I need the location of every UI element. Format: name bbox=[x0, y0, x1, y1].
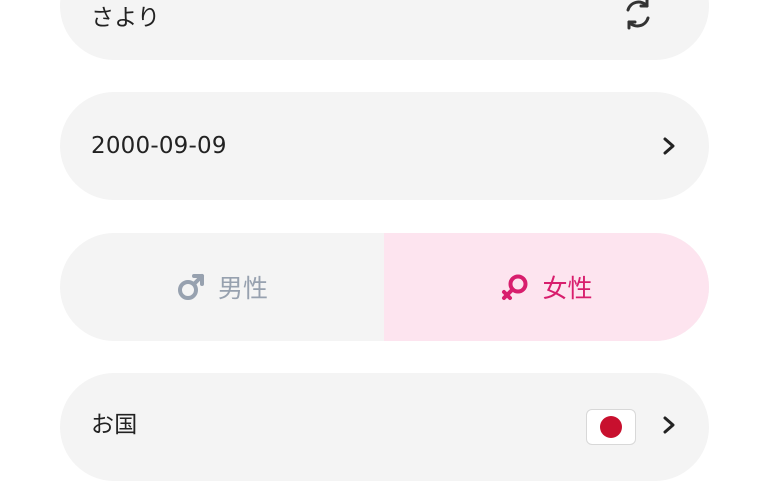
name-value: さより bbox=[91, 5, 161, 31]
female-symbol-icon bbox=[500, 272, 530, 302]
gender-female-label: 女性 bbox=[542, 274, 593, 303]
chevron-right-icon bbox=[659, 136, 679, 156]
birthday-field[interactable]: 2000-09-09 bbox=[60, 92, 709, 200]
refresh-icon[interactable] bbox=[620, 0, 656, 32]
country-field[interactable]: お国 bbox=[60, 373, 709, 481]
male-symbol-icon bbox=[176, 272, 206, 302]
gender-option-male[interactable]: 男性 bbox=[60, 233, 384, 341]
japan-flag-icon bbox=[586, 409, 636, 445]
gender-option-female[interactable]: 女性 bbox=[384, 233, 709, 341]
gender-male-label: 男性 bbox=[217, 274, 268, 303]
chevron-right-icon bbox=[659, 415, 679, 435]
gender-selector: 男性 女性 bbox=[60, 233, 709, 341]
birthday-value: 2000-09-09 bbox=[91, 133, 227, 159]
flag-red-circle bbox=[600, 416, 622, 438]
name-field[interactable]: さより bbox=[60, 0, 709, 60]
country-label: お国 bbox=[91, 412, 138, 438]
